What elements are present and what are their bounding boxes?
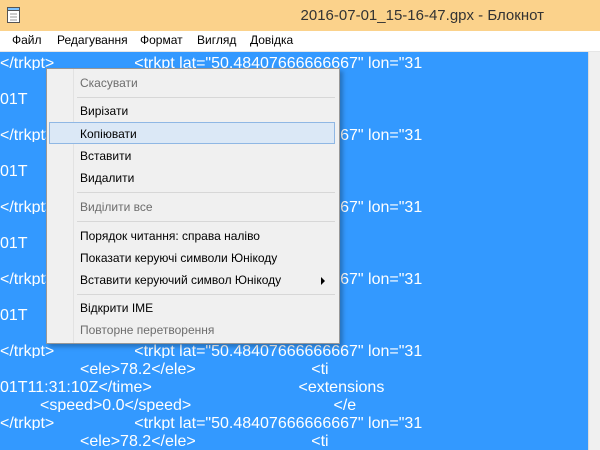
menu-separator bbox=[77, 221, 335, 222]
select-all-label: Виділити все bbox=[80, 200, 153, 214]
reconversion-menu-item: Повторне перетворення bbox=[49, 319, 335, 341]
paste-label: Вставити bbox=[80, 149, 132, 163]
cut-label: Вирізати bbox=[80, 104, 129, 118]
menu-separator bbox=[77, 294, 335, 295]
insert-unicode-label: Вставити керуючий символ Юнікоду bbox=[80, 273, 282, 287]
select-all-menu-item: Виділити все bbox=[49, 196, 335, 218]
copy-menu-item[interactable]: Копіювати bbox=[49, 122, 335, 144]
menu-edit[interactable]: Редагування bbox=[57, 33, 128, 47]
menu-file[interactable]: Файл bbox=[12, 33, 42, 47]
notepad-icon bbox=[7, 7, 20, 23]
menu-format[interactable]: Формат bbox=[140, 33, 183, 47]
cut-menu-item[interactable]: Вирізати bbox=[49, 100, 335, 122]
rtl-label: Порядок читання: справа наліво bbox=[80, 229, 260, 243]
window-title: 2016-07-01_15-16-47.gpx - Блокнот bbox=[300, 7, 544, 24]
undo-menu-item: Скасувати bbox=[49, 72, 335, 94]
context-menu: Скасувати Вирізати Копіювати Вставити Ви… bbox=[46, 68, 340, 344]
vertical-scrollbar[interactable] bbox=[588, 52, 600, 450]
menu-view[interactable]: Вигляд bbox=[197, 33, 236, 47]
insert-unicode-control-menu-item[interactable]: Вставити керуючий символ Юнікоду bbox=[49, 269, 335, 291]
menu-bar: Файл Редагування Формат Вигляд Довідка bbox=[0, 31, 600, 52]
paste-menu-item[interactable]: Вставити bbox=[49, 145, 335, 167]
delete-menu-item[interactable]: Видалити bbox=[49, 167, 335, 189]
rtl-reading-order-menu-item[interactable]: Порядок читання: справа наліво bbox=[49, 225, 335, 247]
open-ime-label: Відкрити IME bbox=[80, 301, 154, 315]
show-unicode-control-menu-item[interactable]: Показати керуючі символи Юнікоду bbox=[49, 247, 335, 269]
menu-separator bbox=[77, 192, 335, 193]
text-line: <ele>78.2</ele> <ti bbox=[0, 430, 589, 450]
open-ime-menu-item[interactable]: Відкрити IME bbox=[49, 297, 335, 319]
submenu-arrow-icon bbox=[321, 277, 325, 285]
menu-separator bbox=[77, 97, 335, 98]
undo-label: Скасувати bbox=[80, 76, 138, 90]
show-unicode-label: Показати керуючі символи Юнікоду bbox=[80, 251, 278, 265]
copy-label: Копіювати bbox=[80, 127, 137, 141]
reconversion-label: Повторне перетворення bbox=[80, 323, 215, 337]
title-bar[interactable]: 2016-07-01_15-16-47.gpx - Блокнот bbox=[0, 0, 600, 31]
menu-help[interactable]: Довідка bbox=[250, 33, 293, 47]
delete-label: Видалити bbox=[80, 171, 135, 185]
